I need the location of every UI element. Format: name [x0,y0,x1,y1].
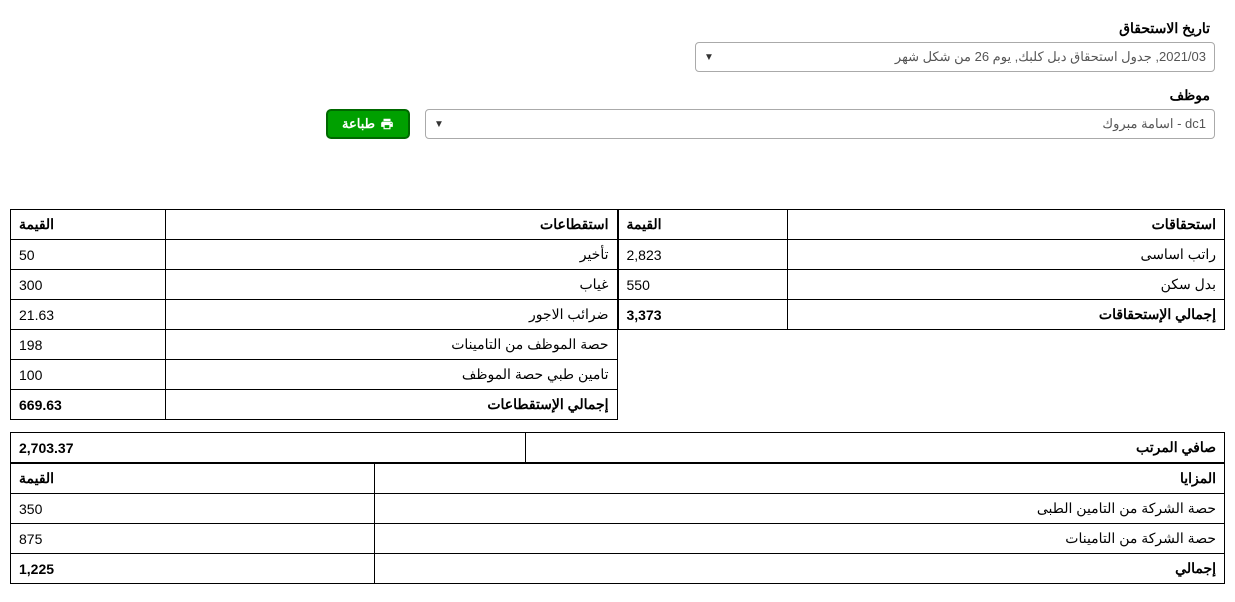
deductions-table: استقطاعات القيمة تأخير 50 غياب 300 ضرائب… [10,209,618,420]
benefit-label: حصة الشركة من التامينات [375,524,1225,554]
employee-label: موظف [425,87,1215,104]
employee-select[interactable]: dc1 - اسامة مبروك ▼ [425,109,1215,139]
entitlement-value: 550 [618,270,788,300]
entitlements-table: استحقاقات القيمة راتب اساسى 2,823 بدل سك… [618,209,1226,330]
deduction-value: 198 [11,330,166,360]
benefit-value: 875 [11,524,375,554]
entitlements-total-value: 3,373 [618,300,788,330]
table-row: تأخير 50 [11,240,618,270]
entitlements-total-row: إجمالي الإستحقاقات 3,373 [618,300,1225,330]
benefit-value: 350 [11,494,375,524]
entitlement-value: 2,823 [618,240,788,270]
print-button[interactable]: طباعة [326,109,410,139]
table-row: حصة الشركة من التامين الطبى 350 [11,494,1225,524]
benefit-label: حصة الشركة من التامين الطبى [375,494,1225,524]
chevron-down-icon: ▼ [434,119,444,130]
benefits-table: المزايا القيمة حصة الشركة من التامين الط… [10,463,1225,584]
deductions-total-label: إجمالي الإستقطاعات [166,390,618,420]
employee-select-value: dc1 - اسامة مبروك [1102,116,1206,132]
deduction-value: 300 [11,270,166,300]
table-row: غياب 300 [11,270,618,300]
table-row: راتب اساسى 2,823 [618,240,1225,270]
payroll-tables: استحقاقات القيمة راتب اساسى 2,823 بدل سك… [10,209,1225,584]
print-button-label: طباعة [342,116,375,132]
deductions-total-value: 669.63 [11,390,166,420]
table-row: ضرائب الاجور 21.63 [11,300,618,330]
deduction-label: تامين طبي حصة الموظف [166,360,618,390]
benefits-total-value: 1,225 [11,554,375,584]
filter-form: تاريخ الاستحقاق 2021/03, جدول استحقاق دب… [10,10,1225,159]
deduction-value: 100 [11,360,166,390]
deductions-header-label: استقطاعات [166,210,618,240]
entitlement-label: بدل سكن [788,270,1225,300]
deduction-label: تأخير [166,240,618,270]
entitlement-label: راتب اساسى [788,240,1225,270]
table-row: تامين طبي حصة الموظف 100 [11,360,618,390]
deduction-label: غياب [166,270,618,300]
net-salary-value: 2,703.37 [11,433,526,463]
deduction-label: ضرائب الاجور [166,300,618,330]
deductions-header-value: القيمة [11,210,166,240]
deduction-value: 50 [11,240,166,270]
benefits-header-value: القيمة [11,464,375,494]
table-row: بدل سكن 550 [618,270,1225,300]
date-select-value: 2021/03, جدول استحقاق دبل كلبك, يوم 26 م… [895,49,1206,65]
date-label: تاريخ الاستحقاق [695,20,1215,37]
benefits-total-row: إجمالي 1,225 [11,554,1225,584]
deduction-label: حصة الموظف من التامينات [166,330,618,360]
entitlements-header-value: القيمة [618,210,788,240]
benefits-header-label: المزايا [375,464,1225,494]
deduction-value: 21.63 [11,300,166,330]
entitlements-total-label: إجمالي الإستحقاقات [788,300,1225,330]
date-select[interactable]: 2021/03, جدول استحقاق دبل كلبك, يوم 26 م… [695,42,1215,72]
benefits-total-label: إجمالي [375,554,1225,584]
table-row: حصة الموظف من التامينات 198 [11,330,618,360]
entitlements-header-label: استحقاقات [788,210,1225,240]
table-row: حصة الشركة من التامينات 875 [11,524,1225,554]
net-salary-table: صافي المرتب 2,703.37 [10,432,1225,463]
print-icon [380,117,394,131]
chevron-down-icon: ▼ [704,52,714,63]
net-salary-label: صافي المرتب [526,433,1225,463]
deductions-total-row: إجمالي الإستقطاعات 669.63 [11,390,618,420]
